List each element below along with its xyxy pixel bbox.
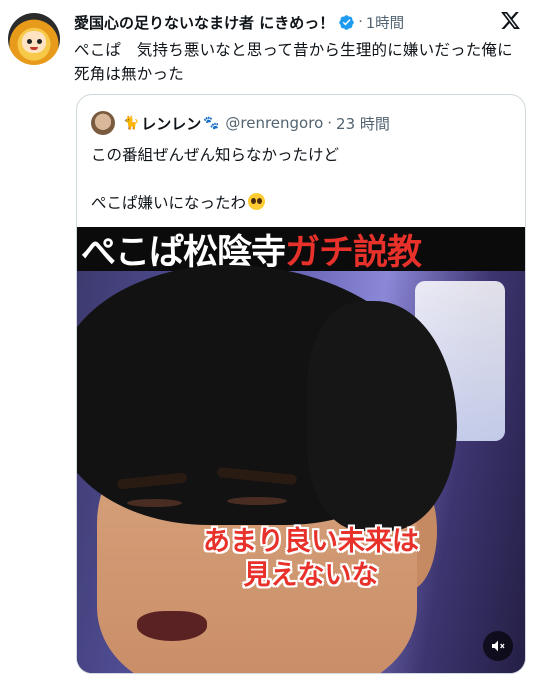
time-separator: · [358, 14, 363, 30]
quote-text: この番組ぜんぜん知らなかったけど ぺこぱ嫌いになったわ [91, 143, 339, 215]
quote-header: 🐈 レンレン 🐾 @renrengoro · 23 時間 [91, 111, 390, 135]
subtitle-line-2: 見えないな [243, 560, 379, 591]
subtitle-line-1: あまり良い未来は [203, 526, 419, 557]
quote-time[interactable]: 23 時間 [336, 113, 390, 134]
volume-mute-icon [492, 640, 505, 652]
paw-emoji-icon: 🐾 [203, 115, 220, 131]
quote-text-line-1: この番組ぜんぜん知らなかったけど [91, 146, 340, 164]
tweet-text: ぺこぱ 気持ち悪いなと思って昔から生理的に嫌いだった俺に死角は無かった [74, 41, 513, 83]
tweet-time[interactable]: 1時間 [366, 12, 404, 33]
quote-avatar[interactable] [91, 111, 115, 135]
quote-author-name[interactable]: レンレン [141, 113, 201, 134]
verified-badge-icon [339, 14, 354, 30]
quote-text-line-2-wrap: ぺこぱ嫌いになったわ [91, 191, 339, 215]
author-name[interactable]: 愛国心の足りないなまけ者 にきめっ！ [74, 12, 334, 33]
quote-text-line-2: ぺこぱ嫌いになったわ [91, 194, 247, 212]
tweet-header: 愛国心の足りないなまけ者 にきめっ！ · 1時間 [74, 11, 517, 33]
cat-emoji-icon: 🐈 [123, 115, 140, 131]
video-frame: あまり良い未来は 見えないな [77, 265, 525, 673]
x-logo-icon[interactable] [500, 10, 521, 31]
quote-video[interactable]: ぺこぱ松陰寺 ガチ説教 あまり良い未来は 見えないな [77, 227, 525, 673]
quote-handle[interactable]: @renrengoro [225, 114, 323, 132]
video-subtitle: あまり良い未来は 見えないな [171, 525, 451, 593]
quote-time-separator: · [327, 114, 333, 132]
quoted-tweet[interactable]: 🐈 レンレン 🐾 @renrengoro · 23 時間 この番組ぜんぜん知らな… [76, 94, 526, 674]
video-title-banner: ぺこぱ松陰寺 ガチ説教 [77, 227, 525, 273]
volume-mute-button[interactable] [483, 631, 513, 661]
banner-text-red: ガチ説教 [285, 232, 422, 273]
pleading-face-icon [248, 193, 266, 210]
author-avatar[interactable] [8, 13, 60, 65]
